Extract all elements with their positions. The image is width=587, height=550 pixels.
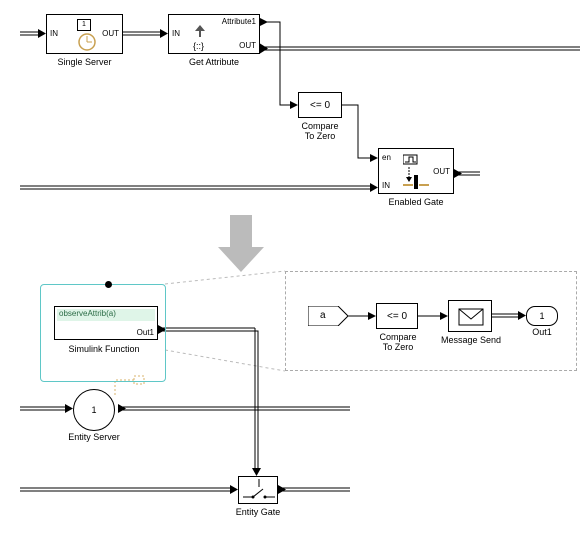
port-in: IN [382, 181, 390, 190]
port-in: IN [172, 29, 180, 38]
enabled-gate-label: Enabled Gate [378, 197, 454, 207]
message-send-label: Message Send [438, 335, 504, 345]
message-send-block[interactable] [448, 300, 492, 332]
port-out: OUT [102, 29, 119, 38]
server-num: 1 [91, 405, 96, 415]
entity-gate-block[interactable] [238, 476, 278, 504]
gate-icon [403, 153, 447, 191]
attr-port: Attribute1 [222, 17, 256, 26]
simfn-signature: observeAttrib(a) [57, 309, 155, 321]
svg-text:{::}: {::} [193, 41, 204, 51]
enabled-gate-block[interactable]: en IN OUT [378, 148, 454, 194]
outport-block[interactable]: 1 [526, 306, 558, 326]
compare-zero-label: Compare To Zero [292, 121, 348, 141]
port-in: IN [50, 29, 58, 38]
port-en: en [382, 153, 391, 162]
server-capacity: 1 [77, 19, 91, 31]
argin-name: a [320, 310, 326, 321]
compare-zero-block[interactable]: <= 0 [298, 92, 342, 118]
attribute-icon: {::} [191, 25, 209, 51]
gate-switch-icon [239, 477, 279, 505]
port-out1: Out1 [137, 328, 154, 337]
argin-block[interactable]: a [308, 306, 348, 326]
envelope-icon [449, 301, 493, 333]
diagram-canvas: IN OUT 1 Single Server Attribute1 IN OUT… [10, 10, 587, 540]
simulink-function-block[interactable]: observeAttrib(a) Out1 [54, 306, 158, 340]
compare-op: <= 0 [310, 100, 330, 111]
single-server-label: Single Server [46, 57, 123, 67]
outport-num: 1 [539, 311, 544, 321]
detail-compare-op: <= 0 [387, 311, 407, 322]
simfn-label: Simulink Function [44, 344, 164, 354]
entity-server-block[interactable]: 1 [73, 389, 115, 431]
detail-compare-label: Compare To Zero [370, 332, 426, 352]
port-out: OUT [239, 41, 256, 50]
detail-compare-block[interactable]: <= 0 [376, 303, 418, 329]
entity-gate-label: Entity Gate [228, 507, 288, 517]
get-attribute-label: Get Attribute [168, 57, 260, 67]
entity-server-label: Entity Server [58, 432, 130, 442]
outport-label: Out1 [522, 327, 562, 337]
get-attribute-block[interactable]: Attribute1 IN OUT {::} [168, 14, 260, 54]
single-server-block[interactable]: IN OUT 1 [46, 14, 123, 54]
clock-icon [75, 31, 99, 53]
scope-dot-icon [105, 281, 112, 288]
